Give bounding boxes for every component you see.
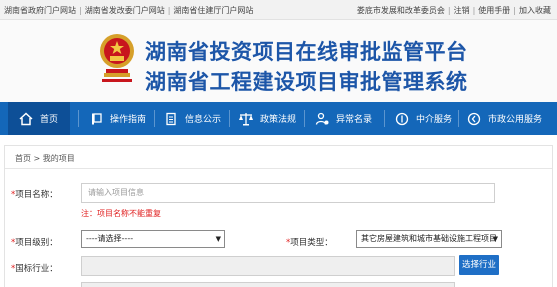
nav-divider bbox=[384, 110, 385, 127]
project-form-panel: 首页 > 我的项目 *项目名称： 请输入项目信息 注：项目名称不能重复 *项目级… bbox=[4, 145, 553, 287]
public-service-icon bbox=[466, 111, 482, 127]
nav-divider bbox=[154, 110, 155, 127]
next-field-input[interactable] bbox=[81, 282, 455, 287]
nav-label-policy: 政策法规 bbox=[260, 115, 297, 125]
portal-link-fgw[interactable]: 湖南省发改委门户网站 bbox=[85, 6, 165, 15]
nav-label-agency: 中介服务 bbox=[416, 115, 453, 125]
nav-item-public[interactable]: 市政公用服务 bbox=[466, 102, 542, 135]
nav-item-agency[interactable]: 中介服务 bbox=[394, 102, 452, 135]
national-emblem-icon bbox=[100, 34, 134, 82]
portal-link-zjt[interactable]: 湖南省住建厅门户网站 bbox=[173, 6, 253, 15]
nav-divider bbox=[78, 110, 79, 127]
project-name-input[interactable]: 请输入项目信息 bbox=[81, 183, 495, 203]
nav-label-public: 市政公用服务 bbox=[488, 115, 543, 125]
favorite-link[interactable]: 加入收藏 bbox=[519, 6, 551, 15]
nav-label-guide: 操作指南 bbox=[110, 115, 147, 125]
service-icon bbox=[394, 111, 410, 127]
breadcrumb: 首页 > 我的项目 bbox=[15, 154, 75, 163]
select-industry-button[interactable]: 选择行业 bbox=[459, 255, 499, 275]
nav-label-info: 信息公示 bbox=[185, 115, 222, 125]
user-alert-icon bbox=[314, 111, 330, 127]
project-name-label: *项目名称： bbox=[11, 190, 58, 200]
nav-label-anomaly: 异常名录 bbox=[336, 115, 373, 125]
guide-icon bbox=[88, 111, 104, 127]
nav-item-anomaly[interactable]: 异常名录 bbox=[314, 102, 372, 135]
main-content: 首页 > 我的项目 *项目名称： 请输入项目信息 注：项目名称不能重复 *项目级… bbox=[0, 135, 557, 287]
platform-title: 湖南省投资项目在线审批监管平台 bbox=[145, 40, 468, 64]
main-nav: 首页 操作指南 信息公示 政策法规 异常名录 中介服务 市政公用服务 bbox=[0, 102, 557, 135]
site-header: 湖南省投资项目在线审批监管平台 湖南省工程建设项目审批管理系统 bbox=[0, 20, 557, 102]
project-level-select[interactable]: ----请选择---- ▼ bbox=[81, 230, 225, 248]
nav-item-home[interactable]: 首页 bbox=[8, 102, 70, 135]
portal-links: 湖南省政府门户网站 | 湖南省发改委门户网站 | 湖南省住建厅门户网站 bbox=[4, 6, 254, 15]
current-user: 娄底市发展和改革委员会 bbox=[356, 6, 445, 15]
project-name-hint: 注：项目名称不能重复 bbox=[81, 209, 161, 218]
nav-item-policy[interactable]: 政策法规 bbox=[238, 102, 296, 135]
nav-divider bbox=[304, 110, 305, 127]
divider bbox=[5, 168, 552, 169]
industry-label: *国标行业： bbox=[11, 264, 58, 274]
project-type-label: *项目类型： bbox=[286, 238, 333, 248]
nav-item-info[interactable]: 信息公示 bbox=[163, 102, 221, 135]
project-type-select[interactable]: 其它房屋建筑和城市基础设施工程项目 ▼ bbox=[356, 230, 502, 248]
manual-link[interactable]: 使用手册 bbox=[478, 6, 510, 15]
project-level-label: *项目级别： bbox=[11, 238, 58, 248]
system-title: 湖南省工程建设项目审批管理系统 bbox=[145, 70, 468, 94]
nav-item-guide[interactable]: 操作指南 bbox=[88, 102, 146, 135]
home-icon bbox=[18, 111, 34, 127]
nav-label-home: 首页 bbox=[40, 115, 59, 125]
portal-link-gov[interactable]: 湖南省政府门户网站 bbox=[4, 6, 76, 15]
chevron-down-icon: ▼ bbox=[492, 235, 498, 243]
industry-input[interactable] bbox=[81, 256, 455, 276]
scales-icon bbox=[238, 111, 254, 127]
document-icon bbox=[163, 111, 179, 127]
logout-link[interactable]: 注销 bbox=[454, 6, 470, 15]
user-links: 娄底市发展和改革委员会 | 注销 | 使用手册 | 加入收藏 bbox=[356, 6, 551, 15]
chevron-down-icon: ▼ bbox=[215, 235, 221, 243]
nav-divider bbox=[458, 110, 459, 127]
top-link-bar: 湖南省政府门户网站 | 湖南省发改委门户网站 | 湖南省住建厅门户网站 娄底市发展和改革… bbox=[0, 0, 557, 20]
nav-divider bbox=[229, 110, 230, 127]
